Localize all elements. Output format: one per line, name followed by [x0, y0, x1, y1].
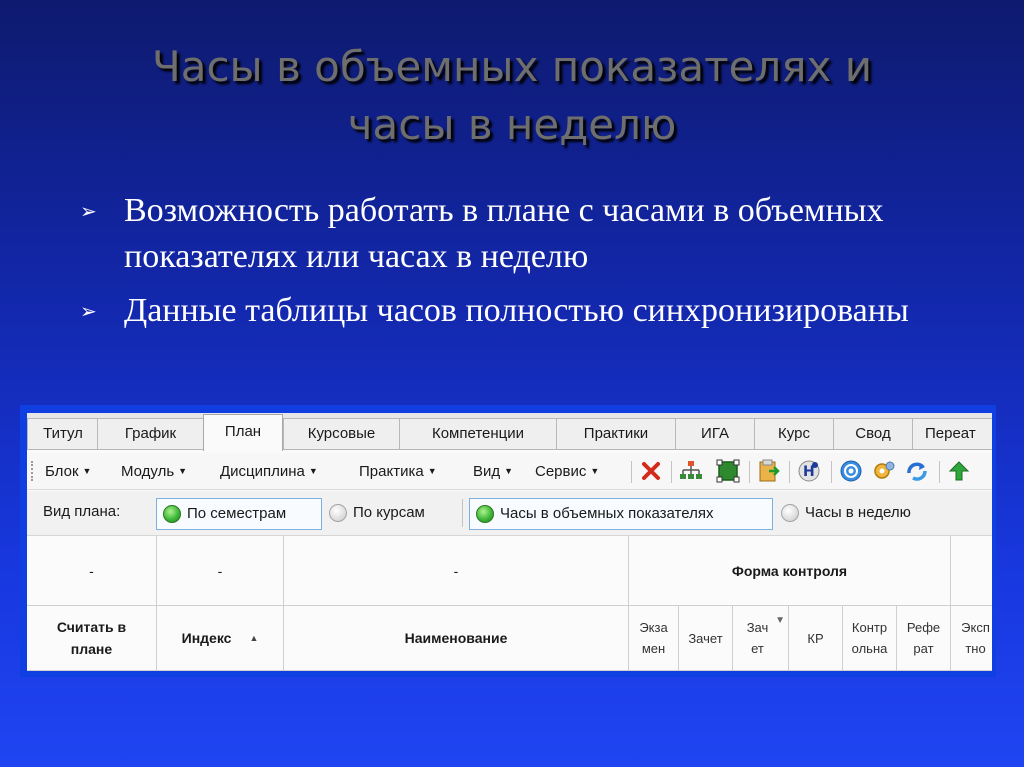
import-icon[interactable]	[757, 459, 781, 483]
column-header-expert[interactable]: Эксп тно	[951, 606, 992, 671]
move-up-icon[interactable]	[947, 459, 971, 483]
help-icon[interactable]: H	[797, 459, 821, 483]
chevron-down-icon: ▼	[308, 466, 318, 476]
bullet-text: Данные таблицы часов полностью синхрониз…	[124, 292, 909, 329]
menu-label: Вид	[473, 463, 501, 480]
select-cells-icon[interactable]	[716, 459, 740, 483]
option-label: По курсам	[353, 504, 425, 521]
screenshot-frame: Титул График План Курсовые Компетенции П…	[20, 405, 996, 677]
column-label: Индекс	[181, 630, 232, 646]
chevron-down-icon: ▼	[82, 466, 92, 476]
slide-title-line-2: часы в неделю	[347, 100, 677, 149]
menu-blok[interactable]: Блок ▼	[45, 461, 91, 483]
option-label: По семестрам	[187, 505, 287, 522]
tab-kursovye[interactable]: Курсовые	[283, 418, 400, 449]
tab-kurs[interactable]: Курс	[754, 418, 834, 449]
menu-vid[interactable]: Вид ▼	[473, 461, 513, 483]
toolbar-grip[interactable]	[31, 461, 36, 481]
tab-praktiki[interactable]: Практики	[556, 418, 676, 449]
view-plan-label: Вид плана:	[43, 503, 121, 520]
globe-icon[interactable]	[839, 459, 863, 483]
toolbar-separator	[831, 461, 832, 483]
menu-modul[interactable]: Модуль ▼	[121, 461, 187, 483]
view-options-bar: Вид плана: По семестрам По курсам Часы в…	[27, 491, 992, 536]
slide-title-line-1: Часы в объемных показателях и	[151, 42, 873, 91]
bullet-item: ➢ Возможность работать в плане с часами …	[78, 188, 978, 280]
radio-off-icon	[781, 504, 799, 522]
table-header-cell: -	[27, 536, 157, 606]
structure-icon[interactable]	[679, 459, 703, 483]
chevron-down-icon: ▼	[427, 466, 437, 476]
column-header-exam[interactable]: Экза мен	[629, 606, 679, 671]
tab-pereat[interactable]: Переат	[912, 418, 992, 449]
table-header-cell: -	[157, 536, 284, 606]
column-header-credit-grade[interactable]: Зач ет ▼	[733, 606, 789, 671]
chevron-down-icon: ▼	[178, 466, 188, 476]
menu-servis[interactable]: Сервис ▼	[535, 461, 599, 483]
control-form-group-header: Форма контроля	[629, 536, 951, 606]
toolbar-separator	[789, 461, 790, 483]
plan-table: - - - Форма контроля Считать в плане Инд…	[27, 536, 992, 671]
menu-praktika[interactable]: Практика ▼	[359, 461, 437, 483]
menu-label: Практика	[359, 463, 424, 480]
tab-svod[interactable]: Свод	[833, 418, 913, 449]
radio-on-icon	[163, 505, 181, 523]
settings-icon[interactable]	[872, 459, 896, 483]
radio-off-icon	[329, 504, 347, 522]
options-separator	[462, 499, 463, 527]
column-header-control-work[interactable]: Контр ольна	[843, 606, 897, 671]
column-header-essay[interactable]: Рефе рат	[897, 606, 951, 671]
delete-icon[interactable]	[639, 459, 663, 483]
column-header-course-work[interactable]: КР	[789, 606, 843, 671]
column-header-index[interactable]: Индекс ▲	[157, 606, 284, 671]
toolbar-separator	[631, 461, 632, 483]
toolbar-separator	[749, 461, 750, 483]
sort-ascending-icon[interactable]: ▲	[249, 627, 258, 649]
menu-distsiplina[interactable]: Дисциплина ▼	[220, 461, 318, 483]
tab-plan[interactable]: План	[203, 414, 283, 451]
option-hours-volume[interactable]: Часы в объемных показателях	[469, 498, 773, 530]
toolbar-separator	[939, 461, 940, 483]
option-by-semesters[interactable]: По семестрам	[156, 498, 322, 530]
menu-label: Модуль	[121, 463, 175, 480]
column-header-count-in-plan[interactable]: Считать в плане	[27, 606, 157, 671]
bullet-text: Возможность работать в плане с часами в …	[124, 192, 884, 275]
tab-titul[interactable]: Титул	[27, 418, 99, 449]
app-window: Титул График План Курсовые Компетенции П…	[27, 413, 992, 671]
option-hours-per-week[interactable]: Часы в неделю	[775, 498, 955, 528]
column-header-credit[interactable]: Зачет	[679, 606, 733, 671]
column-label: Зач ет	[746, 620, 769, 656]
bullet-arrow-icon: ➢	[80, 201, 97, 223]
chevron-down-icon: ▼	[504, 466, 514, 476]
bullet-arrow-icon: ➢	[80, 301, 97, 323]
option-label: Часы в объемных показателях	[500, 505, 714, 522]
slide-title: Часы в объемных показателях и часы в нед…	[40, 38, 984, 154]
tab-iga[interactable]: ИГА	[675, 418, 755, 449]
option-by-courses[interactable]: По курсам	[323, 498, 463, 528]
filter-icon[interactable]: ▼	[775, 610, 785, 631]
radio-on-icon	[476, 505, 494, 523]
tab-grafik[interactable]: График	[97, 418, 204, 449]
chevron-down-icon: ▼	[590, 466, 600, 476]
menu-label: Сервис	[535, 463, 587, 480]
menu-label: Дисциплина	[220, 463, 305, 480]
bullet-item: ➢ Данные таблицы часов полностью синхрон…	[78, 288, 978, 336]
tab-kompetentsii[interactable]: Компетенции	[399, 418, 557, 449]
column-header-name[interactable]: Наименование	[284, 606, 629, 671]
option-label: Часы в неделю	[805, 504, 911, 521]
table-header-cell: -	[284, 536, 629, 606]
bullet-list: ➢ Возможность работать в плане с часами …	[78, 188, 978, 344]
toolbar: Блок ▼ Модуль ▼ Дисциплина ▼ Практика ▼ Вид ▼…	[27, 453, 992, 490]
menu-label: Блок	[45, 463, 79, 480]
refresh-icon[interactable]	[905, 459, 929, 483]
table-header-cell	[951, 536, 992, 606]
tab-bar: Титул График План Курсовые Компетенции П…	[27, 413, 992, 451]
toolbar-separator	[671, 461, 672, 483]
